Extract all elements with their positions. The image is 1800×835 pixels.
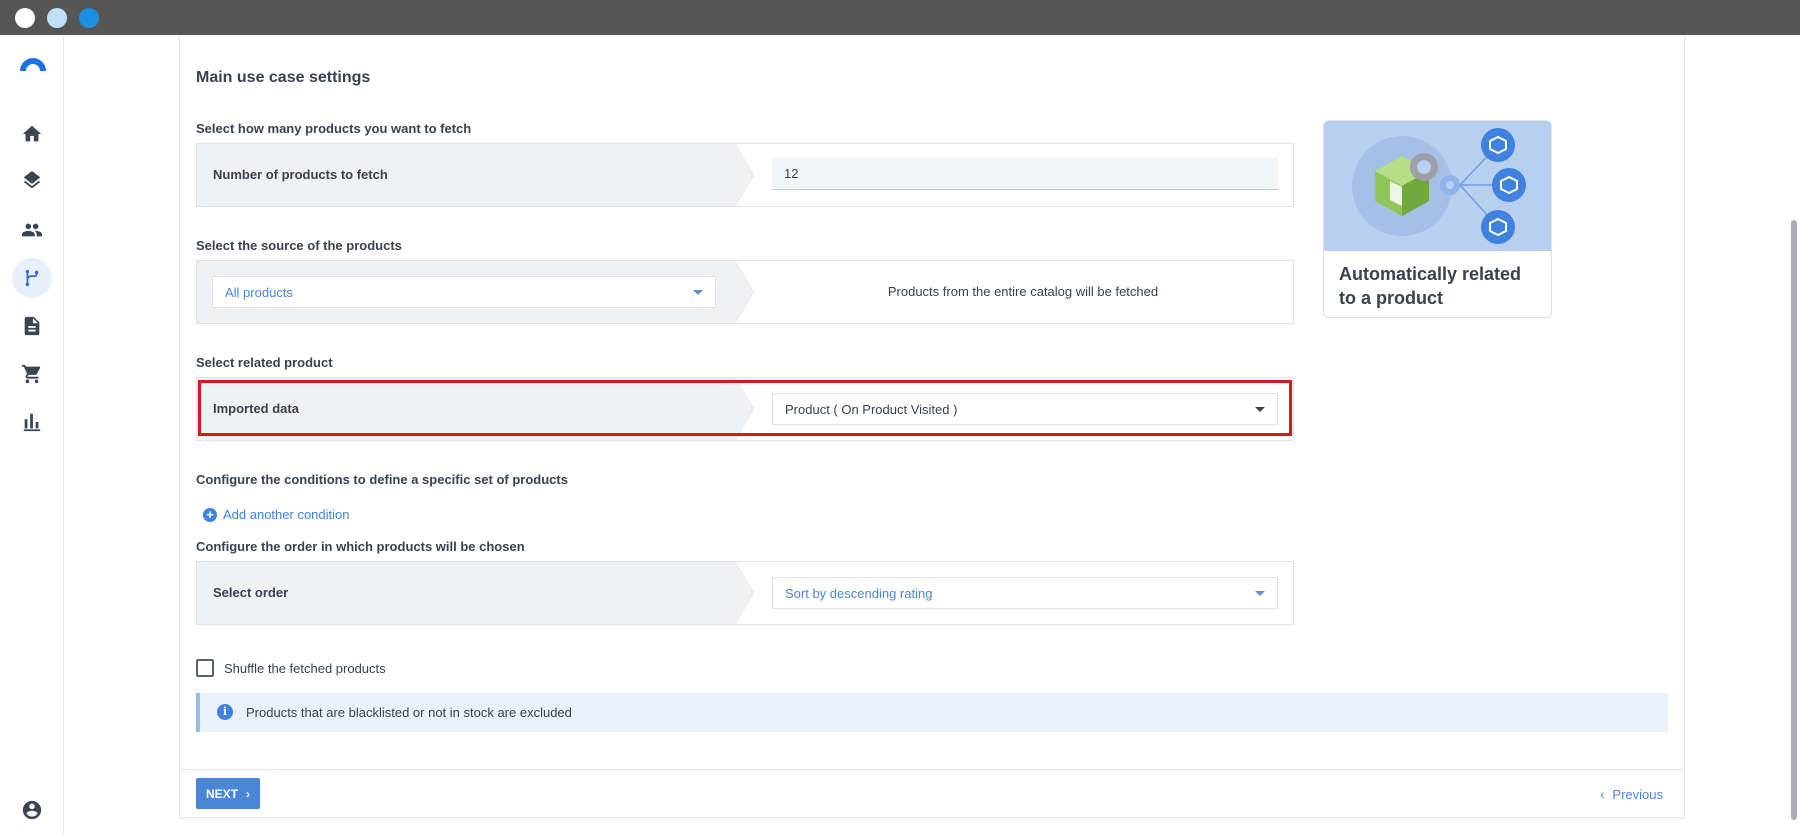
previous-label: Previous	[1612, 787, 1663, 802]
chevron-down-icon	[1255, 407, 1265, 412]
previous-link[interactable]: ‹ Previous	[1600, 787, 1663, 802]
sidebar-item-analytics[interactable]	[12, 402, 52, 442]
account-icon	[22, 800, 42, 820]
info-text: Products that are blacklisted or not in …	[246, 705, 572, 720]
source-section-label: Select the source of the products	[196, 238, 402, 253]
related-product-row: Imported data Product ( On Product Visit…	[196, 377, 1294, 441]
sidebar-item-cart[interactable]	[12, 354, 52, 394]
product-relation-illustration	[1324, 121, 1551, 251]
add-condition-label: Add another condition	[223, 507, 350, 522]
window-maximize-button[interactable]	[79, 8, 99, 28]
use-case-card[interactable]: Automatically related to a product	[1323, 120, 1552, 318]
bar-chart-icon	[23, 413, 41, 432]
source-description: Products from the entire catalog will be…	[887, 284, 1159, 299]
chevron-right-icon: ›	[246, 786, 250, 801]
related-product-select-value: Product ( On Product Visited )	[785, 401, 958, 417]
source-row: All products Products from the entire ca…	[196, 260, 1294, 324]
footer-divider	[179, 769, 1685, 770]
chevron-left-icon: ‹	[1600, 787, 1605, 802]
related-product-label: Imported data	[213, 401, 299, 416]
window-minimize-button[interactable]	[47, 8, 67, 28]
plus-circle-icon: +	[203, 507, 217, 522]
conditions-section-label: Configure the conditions to define a spe…	[196, 472, 568, 487]
sidebar-item-documents[interactable]	[12, 306, 52, 346]
fetch-section-label: Select how many products you want to fet…	[196, 121, 472, 136]
source-select[interactable]: All products	[212, 276, 716, 308]
order-label: Select order	[213, 585, 289, 600]
sidebar-item-people[interactable]	[12, 210, 52, 250]
window-titlebar	[0, 0, 1800, 35]
related-section-label: Select related product	[196, 355, 333, 370]
source-select-value: All products	[225, 284, 293, 300]
sidebar-item-flows[interactable]	[12, 258, 52, 298]
sidebar-item-layers[interactable]	[12, 162, 52, 202]
chevron-down-icon	[1255, 591, 1265, 596]
page-title: Main use case settings	[196, 69, 371, 86]
document-icon	[24, 316, 40, 336]
order-row: Select order Sort by descending rating	[196, 561, 1294, 625]
page-scrollbar[interactable]	[1791, 220, 1797, 820]
shuffle-checkbox[interactable]	[196, 659, 214, 677]
info-icon: i	[217, 704, 233, 720]
add-condition-button[interactable]: + Add another condition	[203, 507, 349, 522]
info-banner: i Products that are blacklisted or not i…	[196, 693, 1668, 732]
use-case-title: Automatically related to a product	[1339, 264, 1522, 308]
fetch-count-row: Number of products to fetch	[196, 143, 1294, 207]
home-icon	[22, 125, 42, 142]
sidebar	[0, 35, 64, 835]
cart-icon	[21, 364, 41, 384]
people-icon	[21, 223, 43, 237]
shuffle-option: Shuffle the fetched products	[196, 659, 386, 677]
branch-icon	[25, 269, 39, 287]
next-label: NEXT	[205, 786, 238, 801]
order-select-value: Sort by descending rating	[785, 585, 933, 601]
next-button[interactable]: NEXT ›	[196, 778, 260, 809]
sidebar-item-home[interactable]	[12, 114, 52, 154]
app-logo[interactable]	[18, 55, 48, 71]
layers-icon	[23, 171, 41, 189]
chevron-down-icon	[693, 290, 703, 295]
fetch-count-label: Number of products to fetch	[213, 167, 388, 182]
sidebar-item-account[interactable]	[12, 790, 52, 830]
order-section-label: Configure the order in which products wi…	[196, 539, 525, 554]
window-close-button[interactable]	[15, 8, 35, 28]
related-product-select[interactable]: Product ( On Product Visited )	[772, 393, 1278, 425]
shuffle-label: Shuffle the fetched products	[224, 660, 386, 676]
order-select[interactable]: Sort by descending rating	[772, 577, 1278, 609]
fetch-count-input[interactable]	[772, 158, 1278, 190]
